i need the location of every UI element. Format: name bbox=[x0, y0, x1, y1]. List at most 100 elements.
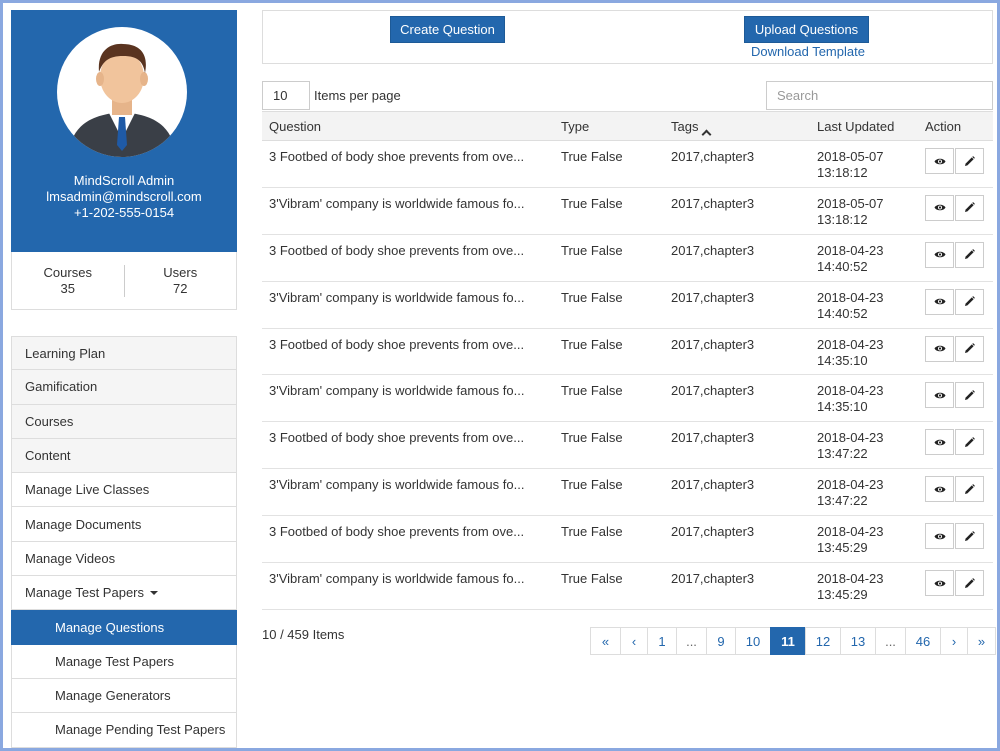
nav-label: Courses bbox=[25, 413, 74, 429]
sidebar: MindScroll Admin lmsadmin@mindscroll.com… bbox=[11, 10, 237, 748]
view-button[interactable] bbox=[925, 523, 954, 550]
nav-item-learning-plan[interactable]: Learning Plan bbox=[11, 336, 237, 371]
edit-button[interactable] bbox=[955, 148, 984, 174]
table-row: 3 Footbed of body shoe prevents from ove… bbox=[262, 422, 993, 470]
tags-cell: 2017,chapter3 bbox=[671, 195, 755, 211]
tags-cell: 2017,chapter3 bbox=[671, 477, 755, 493]
pagination-item[interactable]: « bbox=[590, 627, 621, 655]
edit-button[interactable] bbox=[955, 429, 984, 456]
search-input[interactable]: Search bbox=[766, 81, 993, 110]
view-button[interactable] bbox=[925, 476, 954, 503]
view-button[interactable] bbox=[925, 382, 954, 409]
action-group bbox=[925, 148, 984, 174]
edit-button[interactable] bbox=[955, 476, 984, 503]
edit-button[interactable] bbox=[955, 288, 984, 315]
tags-cell: 2017,chapter3 bbox=[671, 430, 755, 446]
users-stat-value: 72 bbox=[173, 280, 188, 296]
edit-button[interactable] bbox=[955, 523, 984, 550]
type-cell: True False bbox=[561, 477, 623, 493]
column-header-question[interactable]: Question bbox=[269, 119, 321, 134]
nav-item-manage-documents[interactable]: Manage Documents bbox=[11, 507, 237, 542]
items-per-page-input[interactable]: 10 bbox=[262, 81, 310, 110]
action-group bbox=[925, 429, 984, 456]
upload-questions-button[interactable]: Upload Questions bbox=[744, 16, 869, 43]
stats-panel: Courses 35 Users 72 bbox=[11, 252, 237, 310]
column-header-type[interactable]: Type bbox=[561, 119, 589, 134]
column-header-last-updated[interactable]: Last Updated bbox=[817, 119, 894, 134]
courses-stat[interactable]: Courses 35 bbox=[12, 265, 124, 297]
pagination-item[interactable]: ‹ bbox=[620, 627, 648, 655]
pagination-ellipsis: ... bbox=[676, 627, 707, 655]
users-stat-label: Users bbox=[163, 264, 198, 280]
pagination-item[interactable]: › bbox=[940, 627, 968, 655]
table-header: Question Type Tags Last Updated Action bbox=[262, 111, 993, 141]
tags-cell: 2017,chapter3 bbox=[671, 524, 755, 540]
edit-button[interactable] bbox=[955, 241, 984, 268]
column-header-action: Action bbox=[925, 119, 962, 134]
pagination-item[interactable]: 9 bbox=[706, 627, 736, 655]
nav-item-manage-live-classes[interactable]: Manage Live Classes bbox=[11, 473, 237, 508]
pagination-item[interactable]: 10 bbox=[735, 627, 771, 655]
tags-cell: 2017,chapter3 bbox=[671, 336, 755, 352]
table-row: 3 Footbed of body shoe prevents from ove… bbox=[262, 235, 993, 282]
nav-subitem-manage-questions[interactable]: Manage Questions bbox=[11, 610, 237, 645]
time-text: 13:45:29 bbox=[817, 587, 868, 603]
time-text: 13:47:22 bbox=[817, 446, 868, 462]
pagination-item[interactable]: 12 bbox=[805, 627, 841, 655]
pagination-item[interactable]: » bbox=[967, 627, 996, 655]
time-text: 13:18:12 bbox=[817, 165, 868, 180]
last-updated-cell: 2018-04-23 13:47:22 bbox=[817, 430, 884, 462]
nav-item-courses[interactable]: Courses bbox=[11, 404, 237, 439]
nav-item-content[interactable]: Content bbox=[11, 438, 237, 474]
nav-item-manage-videos[interactable]: Manage Videos bbox=[11, 541, 237, 577]
nav-item-gamification[interactable]: Gamification bbox=[11, 370, 237, 405]
download-template-link[interactable]: Download Template bbox=[751, 44, 865, 59]
view-button[interactable] bbox=[925, 335, 954, 362]
view-button[interactable] bbox=[925, 148, 954, 174]
question-cell: 3 Footbed of body shoe prevents from ove… bbox=[269, 242, 525, 258]
edit-button[interactable] bbox=[955, 570, 984, 597]
pagination-item[interactable]: 11 bbox=[770, 627, 806, 655]
edit-button[interactable] bbox=[955, 335, 984, 362]
nav-subitem-manage-generators[interactable]: Manage Generators bbox=[11, 678, 237, 714]
pagination-ellipsis: ... bbox=[875, 627, 906, 655]
column-header-tags[interactable]: Tags bbox=[671, 119, 712, 140]
type-cell: True False bbox=[561, 242, 623, 258]
type-cell: True False bbox=[561, 571, 623, 587]
view-button[interactable] bbox=[925, 241, 954, 268]
date-text: 2018-04-23 bbox=[817, 289, 884, 305]
create-question-button[interactable]: Create Question bbox=[390, 16, 505, 43]
profile-email: lmsadmin@mindscroll.com bbox=[46, 189, 202, 204]
view-button[interactable] bbox=[925, 288, 954, 315]
pencil-icon bbox=[965, 530, 975, 541]
table-row: 3'Vibram' company is worldwide famous fo… bbox=[262, 188, 993, 235]
nav-subitem-manage-pending-test-papers[interactable]: Manage Pending Test Papers bbox=[11, 713, 237, 748]
edit-button[interactable] bbox=[955, 194, 984, 221]
eye-icon bbox=[934, 439, 945, 446]
pagination-item[interactable]: 1 bbox=[647, 627, 677, 655]
edit-button[interactable] bbox=[955, 382, 984, 409]
users-stat[interactable]: Users 72 bbox=[125, 265, 237, 297]
nav-subitem-manage-test-papers[interactable]: Manage Test Papers bbox=[11, 644, 237, 679]
nav-item-manage-test-papers[interactable]: Manage Test Papers bbox=[11, 576, 237, 611]
type-cell: True False bbox=[561, 524, 623, 540]
date-text: 2018-05-07 bbox=[817, 149, 884, 164]
eye-icon bbox=[934, 345, 945, 352]
pencil-icon bbox=[965, 577, 975, 588]
avatar bbox=[57, 27, 187, 157]
pagination-item[interactable]: 46 bbox=[905, 627, 941, 655]
action-group bbox=[925, 288, 984, 315]
pagination-item[interactable]: 13 bbox=[840, 627, 876, 655]
last-updated-cell: 2018-04-23 14:35:10 bbox=[817, 383, 884, 415]
view-button[interactable] bbox=[925, 570, 954, 597]
type-cell: True False bbox=[561, 149, 623, 164]
nav-label: Manage Videos bbox=[25, 550, 116, 566]
column-header-tags-label: Tags bbox=[671, 119, 699, 134]
pencil-icon bbox=[965, 436, 975, 447]
question-cell: 3'Vibram' company is worldwide famous fo… bbox=[269, 571, 525, 587]
view-button[interactable] bbox=[925, 429, 954, 456]
action-group bbox=[925, 476, 984, 503]
view-button[interactable] bbox=[925, 194, 954, 221]
table-row: 3'Vibram' company is worldwide famous fo… bbox=[262, 282, 993, 329]
profile-phone: +1-202-555-0154 bbox=[73, 205, 175, 220]
